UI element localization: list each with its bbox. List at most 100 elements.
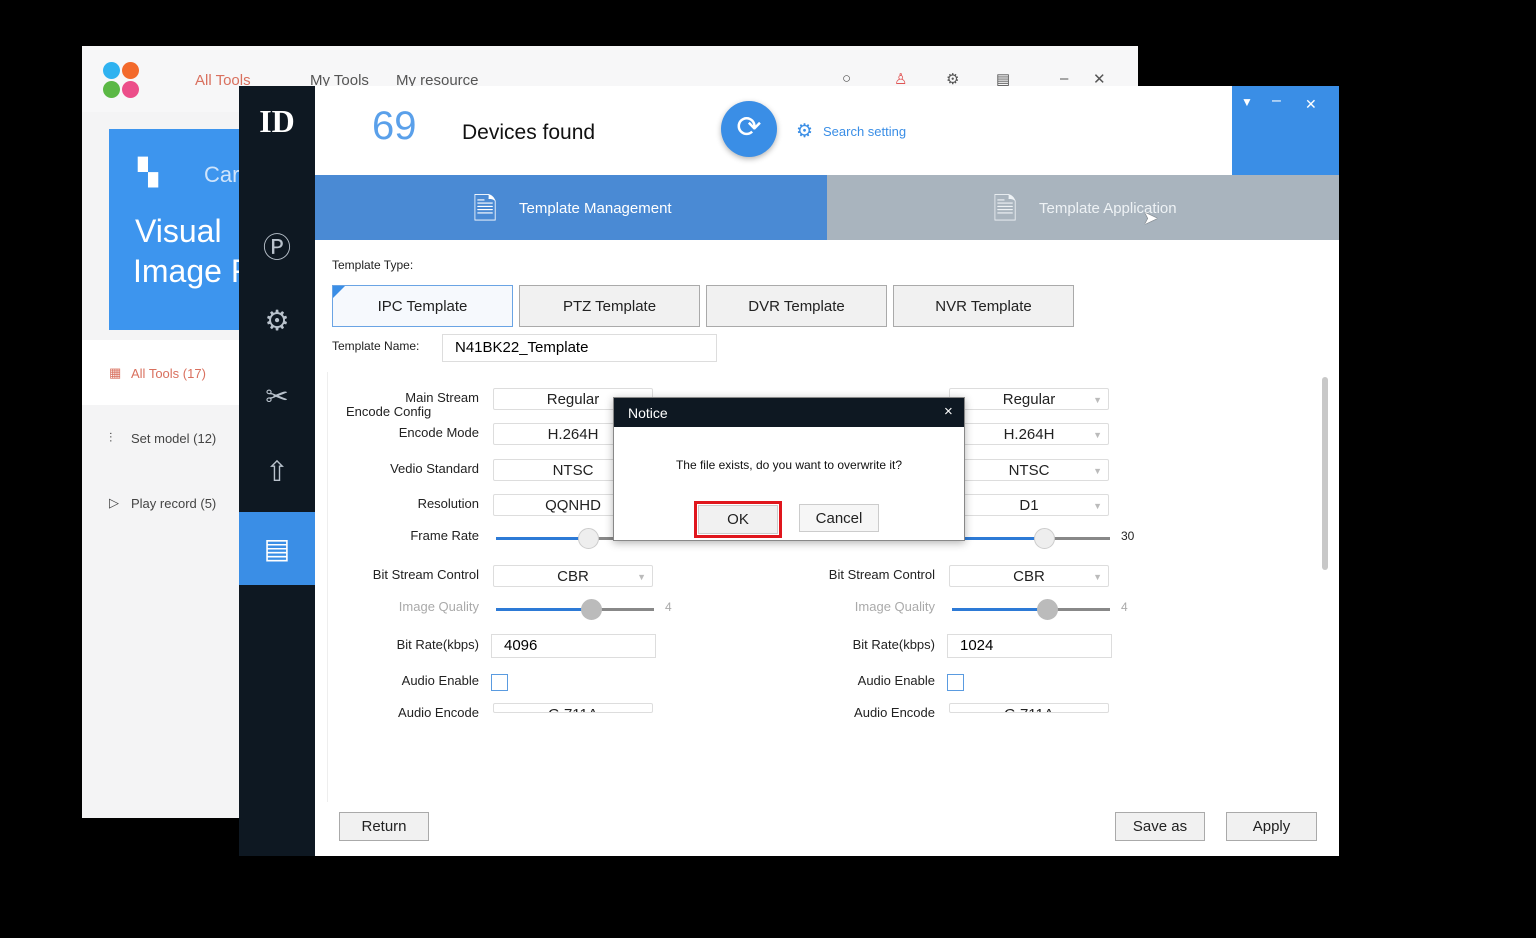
mouse-cursor-icon: ➤ — [1143, 208, 1159, 228]
chevron-down-icon: ▼ — [1093, 430, 1102, 440]
resolution-select[interactable]: D1 ▼ — [949, 494, 1109, 516]
save-as-button[interactable]: Save as — [1115, 812, 1205, 841]
tab-template-application[interactable]: 🗎 Template Application ➤ — [827, 175, 1339, 240]
gear-icon[interactable]: ⚙ — [796, 120, 813, 143]
minimize-icon[interactable]: – — [1060, 70, 1068, 87]
close-icon[interactable]: ✕ — [1305, 96, 1317, 113]
search-icon[interactable]: ○ — [842, 70, 851, 87]
select-value: G.711A — [548, 706, 598, 712]
sidebar-label: All Tools (17) — [131, 366, 206, 381]
ok-button[interactable]: OK — [698, 505, 778, 534]
audio-encode-label: Audio Encode — [854, 705, 935, 720]
bitrate-input[interactable]: 4096 — [491, 634, 656, 658]
encode-mode-select[interactable]: H.264H ▼ — [949, 423, 1109, 445]
slider-knob[interactable] — [1036, 599, 1058, 620]
main-stream-label: Main Stream — [405, 390, 479, 405]
quality-value: 4 — [1121, 600, 1128, 614]
minimize-icon[interactable]: – — [1272, 92, 1281, 110]
slider-knob[interactable] — [577, 528, 599, 549]
button-label: IPC Template — [377, 297, 468, 315]
frame-rate-value: 30 — [1121, 529, 1135, 543]
cancel-button[interactable]: Cancel — [799, 504, 879, 532]
select-value: G.711A — [1004, 706, 1054, 712]
dialog-message: The file exists, do you want to overwrit… — [675, 458, 903, 472]
slider-fill — [952, 537, 1044, 540]
quality-label: Image Quality — [398, 599, 479, 614]
notice-dialog: Notice × The file exists, do you want to… — [613, 397, 965, 541]
slider-fill — [496, 608, 591, 611]
bitstream-select[interactable]: CBR ▼ — [493, 565, 653, 587]
slider-knob[interactable] — [1033, 528, 1055, 549]
select-value: CBR — [557, 568, 589, 585]
chevron-down-icon: ▼ — [1093, 704, 1102, 712]
audio-enable-checkbox[interactable] — [947, 674, 964, 691]
ip-icon[interactable]: Ⓟ — [239, 210, 315, 282]
select-value: Regular — [546, 391, 600, 408]
bitstream-select[interactable]: CBR ▼ — [949, 565, 1109, 587]
brand-logo: ID — [259, 102, 295, 139]
template-name-input[interactable]: N41BK22_Template — [442, 334, 717, 362]
feature-card[interactable]: ▚ Car Visual Image F — [109, 129, 250, 330]
card-title-2: Image F — [133, 253, 251, 289]
search-setting-link[interactable]: Search setting — [823, 124, 906, 139]
audio-enable-checkbox[interactable] — [491, 674, 508, 691]
return-button[interactable]: Return — [339, 812, 429, 841]
refresh-button[interactable]: ⟳ — [721, 101, 777, 157]
select-value: D1 — [1019, 497, 1039, 514]
devices-found-label: Devices found — [462, 121, 596, 144]
template-add-icon: 🗎 — [473, 193, 498, 226]
template-name-label: Template Name: — [332, 339, 420, 353]
encode-mode-label: Encode Mode — [398, 425, 479, 440]
main-stream-select[interactable]: Regular ▼ — [949, 388, 1109, 410]
ipc-template-button[interactable]: IPC Template — [332, 285, 513, 327]
menu-icon[interactable]: ▼ — [1241, 95, 1253, 109]
tab-template-management[interactable]: 🗎 Template Management — [315, 175, 827, 240]
select-value: NTSC — [552, 462, 594, 479]
encode-config-title: Encode Config — [346, 404, 432, 419]
bitstream-label: Bit Stream Control — [828, 567, 935, 582]
card-subtitle: Car — [204, 162, 240, 187]
button-label: PTZ Template — [562, 297, 657, 315]
button-label: OK — [727, 511, 749, 528]
card-title-1: Visual — [135, 213, 222, 249]
close-icon[interactable]: × — [944, 403, 953, 420]
sidebar-label: Play record (5) — [131, 496, 217, 511]
sidebar-item-set-model[interactable]: ⫶ Set model (12) — [82, 426, 239, 451]
quality-slider[interactable] — [952, 599, 1110, 620]
dialog-title: Notice — [628, 405, 668, 421]
standard-select[interactable]: NTSC ▼ — [949, 459, 1109, 481]
nvr-template-button[interactable]: NVR Template — [893, 285, 1074, 327]
quality-slider[interactable] — [496, 599, 654, 620]
chevron-down-icon: ▼ — [637, 572, 646, 582]
button-label: Return — [361, 818, 407, 835]
frame-rate-label: Frame Rate — [410, 528, 479, 543]
camera-settings-icon[interactable]: ⚙ — [239, 284, 315, 356]
frame-rate-slider[interactable] — [952, 528, 1110, 549]
select-value: H.264H — [1003, 426, 1055, 443]
quality-value: 4 — [665, 600, 672, 614]
template-apply-icon: 🗎 — [993, 193, 1018, 226]
bitrate-input[interactable]: 1024 — [947, 634, 1112, 658]
sidebar-item-all-tools[interactable]: ▦ All Tools (17) — [82, 340, 239, 405]
device-count: 69 — [372, 104, 417, 148]
selected-marker — [333, 286, 345, 298]
ptz-template-button[interactable]: PTZ Template — [519, 285, 700, 327]
select-value: NTSC — [1008, 462, 1050, 479]
slider-knob[interactable] — [580, 599, 602, 620]
apply-button[interactable]: Apply — [1226, 812, 1317, 841]
audio-encode-select[interactable]: G.711A ▼ — [949, 703, 1109, 713]
dialog-titlebar: Notice × — [614, 398, 964, 427]
template-icon[interactable]: ▤ — [239, 512, 315, 585]
sidebar-item-play-record[interactable]: ▷ Play record (5) — [82, 491, 239, 516]
chevron-down-icon: ▼ — [1093, 501, 1102, 511]
audio-enable-label: Audio Enable — [401, 673, 479, 688]
button-label: Apply — [1252, 818, 1291, 835]
upgrade-icon[interactable]: ⇧ — [239, 435, 315, 507]
dvr-template-button[interactable]: DVR Template — [706, 285, 887, 327]
audio-encode-select[interactable]: G.711A ▼ — [493, 703, 653, 713]
template-type-label: Template Type: — [332, 258, 414, 272]
tools-icon[interactable]: ✂ — [239, 360, 315, 432]
select-value: H.264H — [547, 426, 599, 443]
scrollbar[interactable] — [1322, 377, 1328, 570]
tab-label: Template Management — [519, 200, 672, 217]
